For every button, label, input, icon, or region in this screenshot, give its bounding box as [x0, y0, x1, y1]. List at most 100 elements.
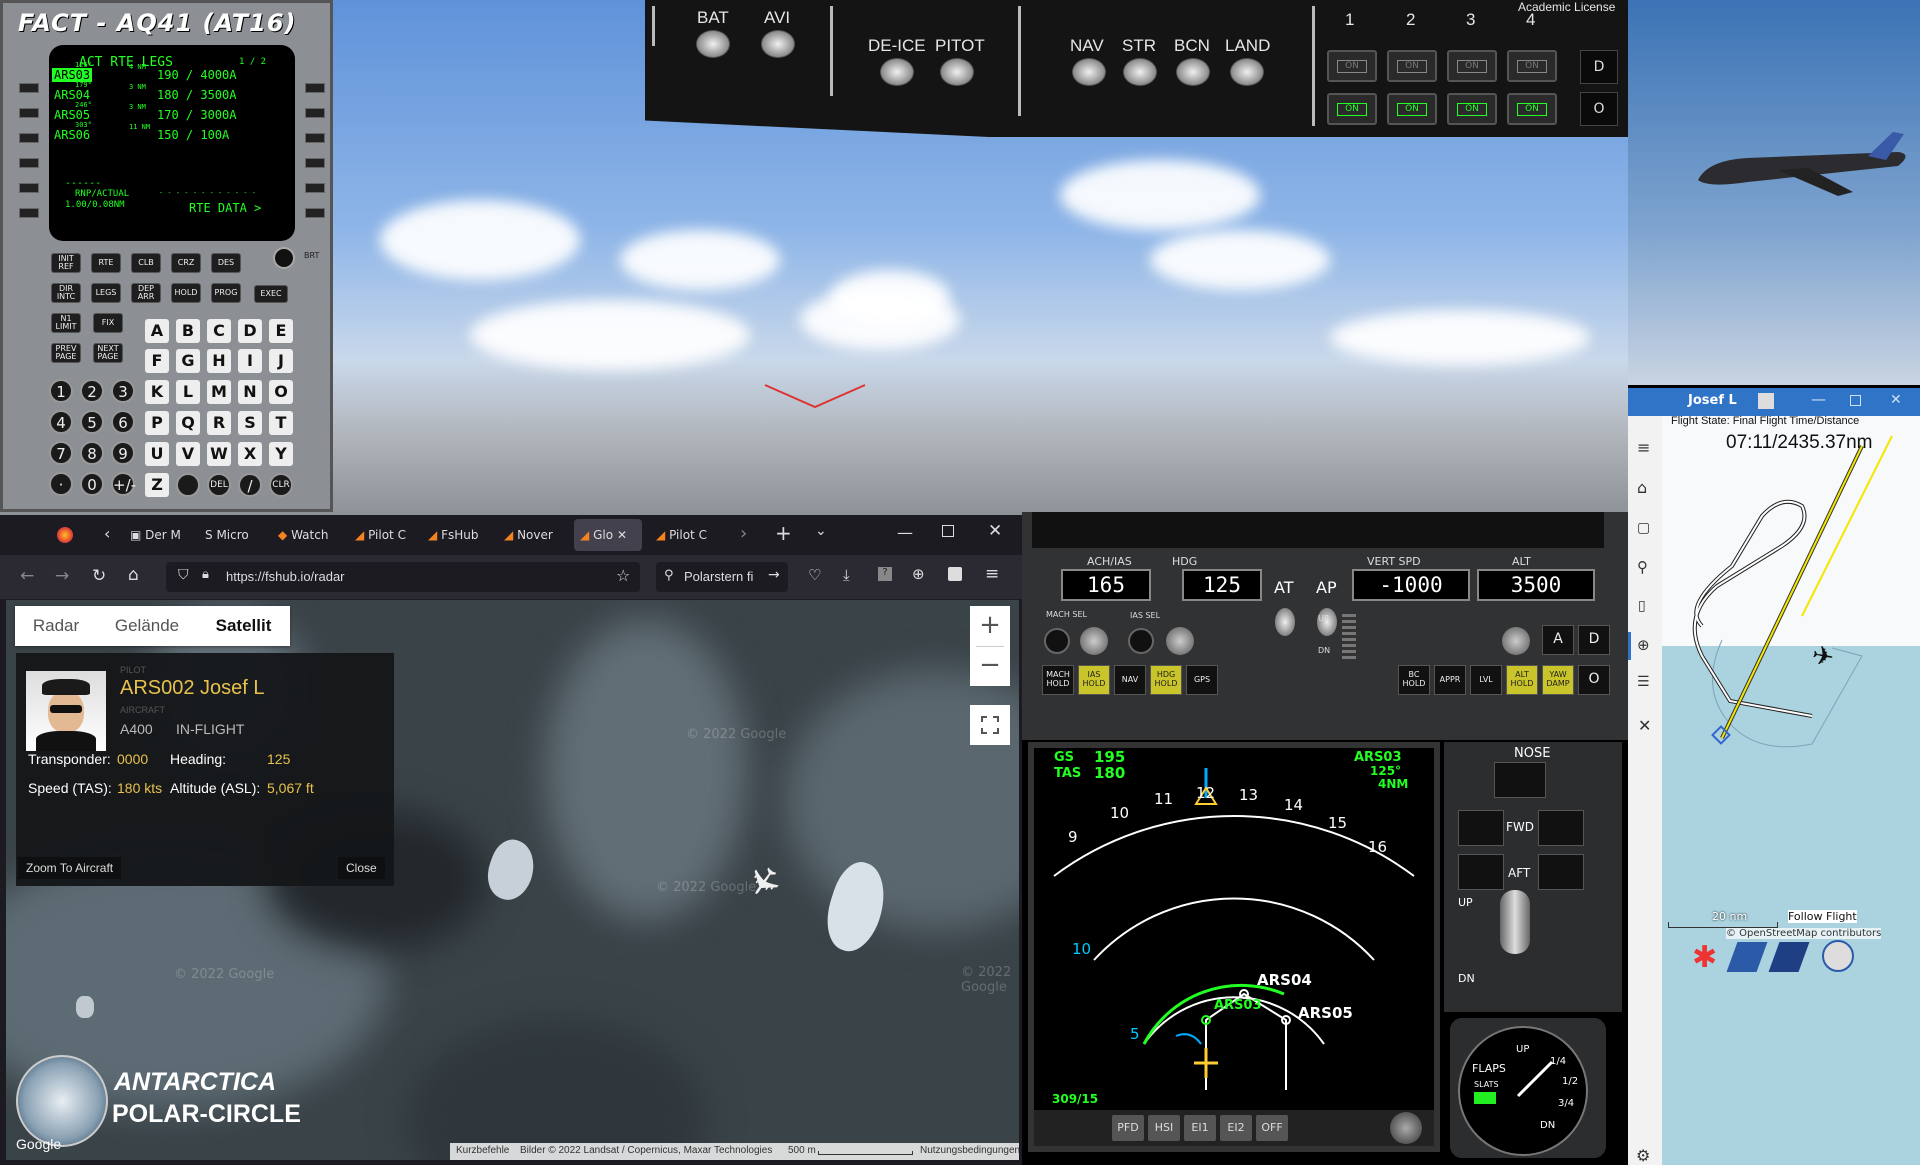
mcp-mode-button[interactable]: APPR — [1434, 665, 1466, 695]
del-key[interactable]: DEL — [207, 473, 231, 497]
left-line-select-key[interactable] — [19, 183, 39, 193]
left-line-select-key[interactable] — [19, 83, 39, 93]
mach-sel-button[interactable] — [1044, 628, 1070, 654]
letter-key[interactable]: I — [238, 349, 262, 373]
leg-speed-altitude[interactable]: 180 / 3500A — [157, 88, 236, 102]
digit-key[interactable]: 3 — [111, 379, 135, 403]
fmc-key[interactable]: INIT REF — [51, 253, 81, 273]
browser-tab[interactable]: ▣ Der M — [124, 515, 196, 555]
mcp-mode-button[interactable]: IAS HOLD — [1078, 665, 1110, 695]
mcp-mode-button[interactable]: HDG HOLD — [1150, 665, 1182, 695]
mcp-d-button[interactable]: D — [1578, 625, 1610, 655]
leg-speed-altitude[interactable]: 190 / 4000A — [157, 68, 236, 82]
engine-2-top-button[interactable]: ON — [1387, 50, 1437, 82]
left-line-select-key[interactable] — [19, 158, 39, 168]
nd-mode-button[interactable]: EI2 — [1220, 1115, 1252, 1141]
left-line-select-key[interactable] — [19, 208, 39, 218]
settings-gear-icon[interactable]: ⚙ — [1636, 1146, 1650, 1165]
digit-key[interactable]: 2 — [80, 379, 104, 403]
letter-key[interactable]: L — [176, 380, 200, 404]
bookmark-star-icon[interactable]: ☆ — [616, 566, 630, 585]
blank-key[interactable] — [176, 473, 200, 497]
mcp-mode-button[interactable]: LVL — [1470, 665, 1502, 695]
nd-mode-button[interactable]: PFD — [1112, 1115, 1144, 1141]
letter-key[interactable]: R — [207, 411, 231, 435]
letter-key[interactable]: Z — [145, 473, 169, 497]
digit-key[interactable]: 0 — [80, 472, 104, 496]
engine-1-on-button[interactable]: ON — [1327, 93, 1377, 125]
reload-icon[interactable]: ↻ — [92, 566, 106, 586]
digit-key[interactable]: 7 — [49, 441, 73, 465]
fmc-key[interactable]: DES — [211, 253, 241, 273]
alt-knob[interactable] — [1502, 627, 1530, 655]
tracker-close-icon[interactable]: ✕ — [1890, 392, 1902, 408]
tracker-maximize-icon[interactable] — [1850, 395, 1861, 406]
leg-waypoint[interactable]: ARS03 — [52, 68, 93, 82]
trim-wheel[interactable] — [1500, 890, 1530, 954]
engine-2-on-button[interactable]: ON — [1387, 93, 1437, 125]
browser-tab[interactable]: ◢ Nover — [498, 515, 570, 555]
map-type-satellite[interactable]: Satellit — [197, 606, 290, 646]
fmc-key[interactable]: DEP ARR — [131, 283, 161, 303]
list-icon[interactable]: ☰ — [1637, 674, 1650, 690]
left-line-select-key[interactable] — [19, 108, 39, 118]
close-icon[interactable]: ✕ — [988, 521, 1002, 541]
letter-key[interactable]: Y — [269, 442, 293, 466]
nd-mode-button[interactable]: OFF — [1256, 1115, 1288, 1141]
mcp-mode-button[interactable]: YAW DAMP — [1542, 665, 1574, 695]
engine-3-top-button[interactable]: ON — [1447, 50, 1497, 82]
mcp-mode-button[interactable]: NAV — [1114, 665, 1146, 695]
maximize-icon[interactable] — [942, 525, 954, 537]
tracker-map[interactable]: ✈ Flight State: Final Flight Time/Distan… — [1662, 416, 1920, 1165]
help-icon[interactable]: ? — [878, 567, 892, 581]
search-go-icon[interactable]: → — [768, 567, 780, 583]
letter-key[interactable]: N — [238, 380, 262, 404]
shortcuts-link[interactable]: Kurzbefehle — [456, 1145, 509, 1156]
letter-key[interactable]: B — [176, 319, 200, 343]
right-line-select-key[interactable] — [305, 158, 325, 168]
digit-key[interactable]: 6 — [111, 410, 135, 434]
tracker-minimize-icon[interactable]: — — [1811, 390, 1826, 408]
engine-3-on-button[interactable]: ON — [1447, 93, 1497, 125]
digit-key[interactable]: 8 — [80, 441, 104, 465]
str-switch[interactable] — [1123, 58, 1157, 86]
hdg-knob[interactable] — [1166, 627, 1194, 655]
pocket-icon[interactable]: ♡ — [808, 566, 821, 584]
home-icon[interactable]: ⌂ — [1637, 478, 1647, 497]
download-icon[interactable]: ⤓ — [843, 566, 850, 584]
letter-key[interactable]: X — [238, 442, 262, 466]
letter-key[interactable]: F — [145, 349, 169, 373]
engine-4-on-button[interactable]: ON — [1507, 93, 1557, 125]
ias-sel-button[interactable] — [1128, 628, 1154, 654]
leg-speed-altitude[interactable]: 150 / 100A — [157, 128, 229, 142]
letter-key[interactable]: A — [145, 319, 169, 343]
fmc-key[interactable]: HOLD — [171, 283, 201, 303]
nd-range-knob[interactable] — [1390, 1112, 1422, 1144]
n1-limit-key[interactable]: N1 LIMIT — [51, 313, 81, 333]
mcp-mode-button[interactable]: GPS — [1186, 665, 1218, 695]
fmc-key[interactable]: CLB — [131, 253, 161, 273]
engine-1-top-button[interactable]: ON — [1327, 50, 1377, 82]
letter-key[interactable]: P — [145, 411, 169, 435]
firefox-icon[interactable] — [57, 527, 73, 543]
mcp-mode-button[interactable]: BC HOLD — [1398, 665, 1430, 695]
letter-key[interactable]: T — [269, 411, 293, 435]
zoom-icon[interactable]: ⊕ — [912, 565, 925, 583]
minimize-icon[interactable]: — — [897, 523, 913, 542]
fix-key[interactable]: FIX — [93, 313, 123, 333]
digit-key[interactable]: · — [49, 472, 73, 496]
close-x-icon[interactable]: ✕ — [1638, 716, 1651, 735]
mcp-mode-button[interactable]: ALT HOLD — [1506, 665, 1538, 695]
browser-tab[interactable]: S Micro — [199, 515, 271, 555]
nd-mode-button[interactable]: EI1 — [1184, 1115, 1216, 1141]
letter-key[interactable]: C — [207, 319, 231, 343]
zoom-to-aircraft-button[interactable]: Zoom To Aircraft — [18, 857, 122, 879]
globe-icon[interactable]: ⊕ — [1637, 636, 1650, 654]
right-line-select-key[interactable] — [305, 183, 325, 193]
exec-key[interactable]: EXEC — [254, 285, 288, 303]
bat-switch[interactable] — [696, 30, 730, 58]
right-line-select-key[interactable] — [305, 133, 325, 143]
extension-icon[interactable] — [948, 567, 962, 581]
device-icon[interactable]: ▯ — [1638, 598, 1646, 614]
follow-flight-toggle[interactable]: Follow Flight — [1788, 910, 1857, 923]
